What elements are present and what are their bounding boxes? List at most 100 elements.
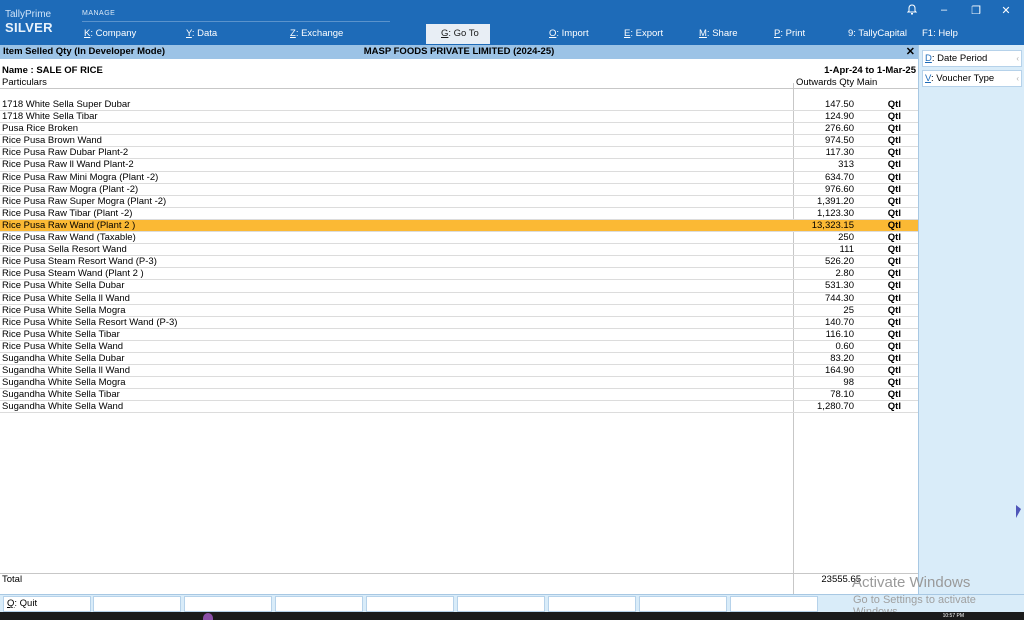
chevron-icon: ‹ — [1016, 74, 1019, 83]
date-period-button[interactable]: D: Date Period ‹ — [922, 50, 1022, 67]
menu-help[interactable]: F1: Help — [918, 24, 962, 44]
brand-name: TallyPrime — [5, 9, 52, 20]
bottom-button-empty[interactable] — [639, 596, 727, 612]
table-row[interactable]: Rice Pusa Raw Mogra (Plant -2) 976.60 Qtl — [0, 184, 918, 196]
menu-print[interactable]: P: Print — [770, 24, 809, 44]
item-qty: 111 — [839, 244, 854, 256]
quit-button[interactable]: Q: Quit — [3, 596, 91, 612]
item-list: 1718 White Sella Super Dubar 147.50 Qtl 171… — [0, 99, 918, 414]
table-row[interactable]: Rice Pusa Steam Resort Wand (P-3) 526.20 Q… — [0, 256, 918, 269]
table-row[interactable]: Rice Pusa Raw ll Wand Plant-2 313 Qtl — [0, 159, 918, 172]
table-row[interactable]: Rice Pusa White Sella ll Wand 744.30 Qtl — [0, 293, 918, 305]
taskbar-clock: 10:57 PM — [942, 613, 964, 619]
table-row[interactable]: Rice Pusa White Sella Mogra 25 Qtl — [0, 305, 918, 317]
restore-icon[interactable]: ❐ — [968, 4, 984, 17]
column-header-qty: Outwards Qty Main — [796, 77, 878, 88]
report-title: Item Selled Qty (In Developer Mode) — [3, 46, 166, 57]
item-qty: 83.20 — [830, 352, 854, 364]
table-row[interactable]: Sugandha White Sella Tibar 78.10 Qtl — [0, 389, 918, 402]
table-row[interactable]: Rice Pusa Raw Dubar Plant-2 117.30 Qtl — [0, 147, 918, 160]
menu-data[interactable]: Y: Data — [182, 24, 221, 44]
item-name: 1718 White Sella Super Dubar — [2, 99, 131, 110]
table-row[interactable]: Rice Pusa Raw Wand (Taxable) 250 Qtl — [0, 232, 918, 245]
close-report-icon[interactable]: ✕ — [906, 45, 915, 59]
table-row[interactable]: Rice Pusa Raw Tibar (Plant -2) 1,123.30 Qt… — [0, 208, 918, 220]
table-row[interactable]: Rice Pusa White Sella Dubar 531.30 Qtl — [0, 280, 918, 293]
table-row[interactable]: Pusa Rice Broken 276.60 Qtl — [0, 123, 918, 136]
brand-edition: SILVER — [5, 20, 53, 35]
item-unit: Qtl — [887, 123, 901, 135]
item-qty: 140.70 — [824, 316, 854, 328]
item-name: 1718 White Sella Tibar — [2, 111, 98, 123]
item-name: Rice Pusa Raw ll Wand Plant-2 — [2, 159, 134, 171]
item-unit: Qtl — [887, 316, 901, 328]
table-row[interactable]: Sugandha White Sella Wand 1,280.70 Qtl — [0, 401, 918, 414]
item-name: Rice Pusa Steam Resort Wand (P-3) — [2, 256, 157, 268]
table-row[interactable]: Rice Pusa White Sella Tibar 116.10 Qtl — [0, 329, 918, 341]
item-name: Rice Pusa White Sella Resort Wand (P-3) — [2, 316, 178, 328]
item-unit: Qtl — [887, 377, 901, 389]
item-unit: Qtl — [887, 195, 901, 207]
table-row[interactable]: Rice Pusa Steam Wand (Plant 2 ) 2.80 Qtl — [0, 268, 918, 281]
bottom-button-empty[interactable] — [730, 596, 818, 612]
minimize-icon[interactable]: – — [936, 4, 952, 16]
item-name: Sugandha White Sella Tibar — [2, 389, 120, 401]
item-unit: Qtl — [887, 244, 901, 256]
item-name: Rice Pusa Raw Mini Mogra (Plant -2) — [2, 171, 159, 183]
report-period[interactable]: 1-Apr-24 to 1-Mar-25 — [824, 65, 916, 76]
table-row[interactable]: Rice Pusa White Sella Resort Wand (P-3) 1… — [0, 317, 918, 329]
bottom-button-empty[interactable] — [548, 596, 636, 612]
menu-export[interactable]: E: Export — [620, 24, 667, 44]
item-name: Rice Pusa Sella Resort Wand — [2, 244, 127, 256]
item-qty: 147.50 — [824, 99, 854, 110]
table-row[interactable]: Rice Pusa Brown Wand 974.50 Qtl — [0, 135, 918, 148]
item-unit: Qtl — [887, 183, 901, 195]
item-unit: Qtl — [887, 268, 901, 280]
item-name: Sugandha White Sella ll Wand — [2, 365, 130, 377]
voucher-type-button[interactable]: V: Voucher Type ‹ — [922, 70, 1022, 87]
item-qty: 1,280.70 — [817, 401, 854, 413]
report-title-bar: MASP FOODS PRIVATE LIMITED (2024-25) Ite… — [0, 45, 918, 59]
item-qty: 164.90 — [824, 365, 854, 377]
table-row[interactable]: 1718 White Sella Tibar 124.90 Qtl — [0, 111, 918, 124]
bottom-button-empty[interactable] — [93, 596, 181, 612]
table-row[interactable]: Sugandha White Sella Mogra 98 Qtl — [0, 377, 918, 390]
bottom-button-empty[interactable] — [457, 596, 545, 612]
item-name: Rice Pusa White Sella Dubar — [2, 280, 125, 292]
table-row[interactable]: 1718 White Sella Super Dubar 147.50 Qtl — [0, 99, 918, 112]
os-taskbar — [0, 612, 1024, 620]
table-row[interactable]: Rice Pusa White Sella Wand 0.60 Qtl — [0, 341, 918, 353]
item-qty: 0.60 — [835, 340, 855, 352]
menu-exchange[interactable]: Z: Exchange — [286, 24, 347, 44]
item-unit: Qtl — [887, 328, 901, 340]
bottom-button-empty[interactable] — [275, 596, 363, 612]
table-row[interactable]: Rice Pusa Sella Resort Wand 111 Qtl — [0, 244, 918, 257]
item-qty: 124.90 — [824, 111, 854, 123]
menu-company[interactable]: K: Company — [80, 24, 140, 44]
menu-tallycapital[interactable]: 9: TallyCapital — [844, 24, 911, 44]
table-row[interactable]: Rice Pusa Raw Wand (Plant 2 ) 13,323.15 Qt… — [0, 219, 918, 233]
item-qty: 25 — [843, 304, 854, 316]
item-qty: 313 — [838, 159, 854, 171]
bell-icon[interactable] — [904, 4, 920, 18]
menu-share[interactable]: M: Share — [695, 24, 742, 44]
item-name: Rice Pusa Raw Tibar (Plant -2) — [2, 207, 133, 219]
item-qty: 526.20 — [824, 256, 854, 268]
total-label: Total — [2, 574, 23, 585]
table-row[interactable]: Sugandha White Sella ll Wand 164.90 Qtl — [0, 365, 918, 378]
table-row[interactable]: Rice Pusa Raw Mini Mogra (Plant -2) 634.7… — [0, 172, 918, 184]
item-unit: Qtl — [887, 147, 901, 159]
menu-import[interactable]: O: Import — [545, 24, 593, 44]
item-qty: 13,323.15 — [811, 219, 854, 231]
item-qty: 116.10 — [825, 328, 854, 340]
app-icon[interactable] — [203, 613, 213, 620]
item-unit: Qtl — [887, 159, 901, 171]
item-unit: Qtl — [887, 99, 901, 110]
bottom-button-empty[interactable] — [184, 596, 272, 612]
close-window-icon[interactable]: ✕ — [998, 4, 1014, 17]
bottom-button-empty[interactable] — [366, 596, 454, 612]
menu-goto[interactable]: G: Go To — [426, 24, 490, 44]
table-row[interactable]: Sugandha White Sella Dubar 83.20 Qtl — [0, 352, 918, 366]
item-unit: Qtl — [887, 401, 901, 413]
table-row[interactable]: Rice Pusa Raw Super Mogra (Plant -2) 1,39… — [0, 196, 918, 208]
